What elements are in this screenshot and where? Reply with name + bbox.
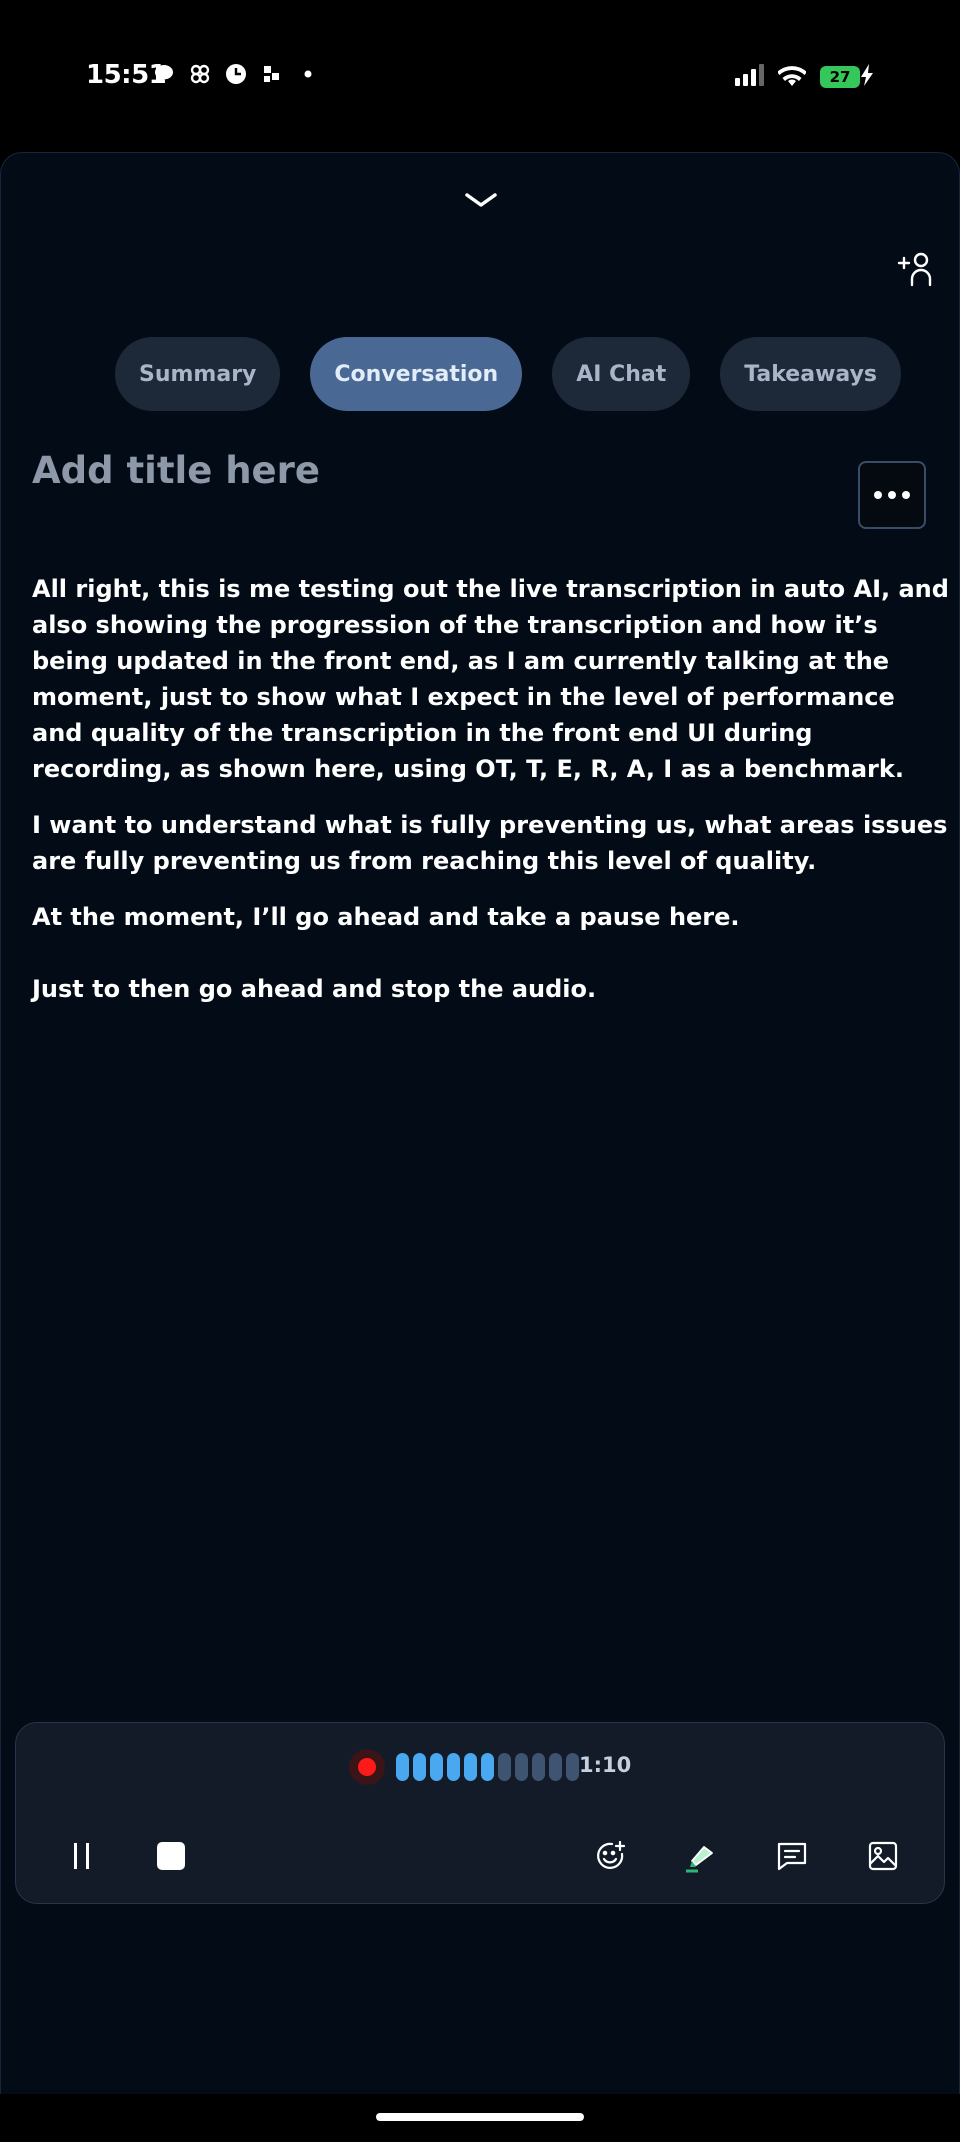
transcript-paragraph: All right, this is me testing out the li…	[32, 575, 949, 783]
highlighter-icon	[686, 1846, 713, 1873]
stop-icon	[157, 1842, 185, 1870]
status-bar: 15:51 27	[0, 0, 960, 150]
waveform-bar	[481, 1753, 494, 1781]
waveform-bar	[515, 1753, 528, 1781]
transcript-paragraph: I want to understand what is fully preve…	[32, 811, 948, 875]
tab-conversation[interactable]: Conversation	[310, 337, 523, 411]
waveform-bar	[396, 1753, 409, 1781]
wifi-icon	[777, 64, 807, 90]
audio-waveform	[396, 1753, 579, 1781]
dot-icon	[296, 62, 320, 86]
transcript-paragraph: At the moment, I’ll go ahead and take a …	[32, 903, 740, 931]
system-icons: 27	[734, 64, 874, 90]
pause-icon	[73, 1843, 77, 1869]
transcript: All right, this is me testing out the li…	[32, 571, 952, 1027]
comment-icon	[777, 1842, 807, 1871]
emoji-reaction-button[interactable]	[589, 1835, 631, 1877]
comment-button[interactable]	[771, 1835, 813, 1877]
tab-takeaways[interactable]: Takeaways	[720, 337, 902, 411]
image-icon	[868, 1841, 898, 1871]
recording-indicator-icon	[349, 1749, 385, 1785]
chat-bubble-icon	[152, 62, 176, 86]
waveform-bar	[464, 1753, 477, 1781]
waveform-bar	[532, 1753, 545, 1781]
waveform-bar	[430, 1753, 443, 1781]
add-participant-icon[interactable]	[897, 251, 937, 287]
home-indicator[interactable]	[376, 2113, 584, 2121]
tiktok-icon	[260, 62, 284, 86]
pause-button[interactable]	[60, 1835, 102, 1877]
highlight-button[interactable]	[680, 1835, 722, 1877]
tab-bar: Summary Conversation AI Chat Takeaways	[115, 337, 902, 411]
tab-summary[interactable]: Summary	[115, 337, 281, 411]
signal-icon	[734, 64, 764, 90]
more-dots-icon	[874, 491, 882, 499]
recording-timer: 1:10	[579, 1753, 632, 1777]
transcript-paragraph: Just to then go ahead and stop the audio…	[32, 975, 597, 1003]
recorder-panel: 1:10	[15, 1722, 945, 1904]
waveform-bar	[447, 1753, 460, 1781]
collapse-chevron-icon[interactable]	[461, 189, 501, 213]
waveform-bar	[498, 1753, 511, 1781]
note-title-input[interactable]: Add title here	[32, 449, 320, 492]
battery-icon: 27	[820, 66, 860, 88]
waveform-bar	[566, 1753, 579, 1781]
notification-icons	[152, 62, 320, 86]
clock-icon	[224, 62, 248, 86]
tab-ai-chat[interactable]: AI Chat	[552, 337, 691, 411]
emoji-add-icon	[597, 1840, 626, 1869]
waveform-bar	[413, 1753, 426, 1781]
more-options-button[interactable]	[858, 461, 926, 529]
waveform-bar	[549, 1753, 562, 1781]
stop-button[interactable]	[150, 1835, 192, 1877]
add-image-button[interactable]	[862, 1835, 904, 1877]
pinwheel-icon	[188, 62, 212, 86]
charging-icon	[860, 64, 874, 90]
